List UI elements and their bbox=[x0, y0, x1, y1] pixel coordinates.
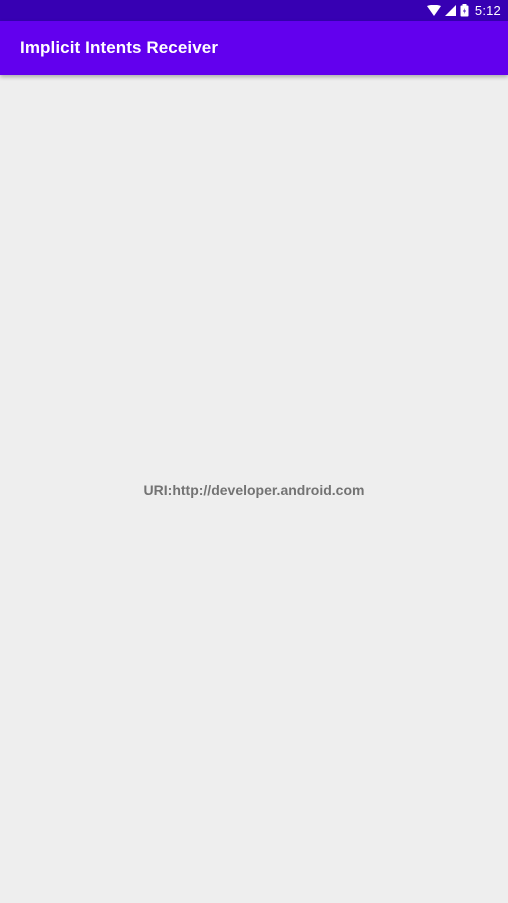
app-bar: Implicit Intents Receiver bbox=[0, 21, 508, 75]
uri-text: URI:http://developer.android.com bbox=[143, 482, 365, 498]
app-title: Implicit Intents Receiver bbox=[20, 38, 219, 57]
cell-signal-icon bbox=[444, 5, 456, 16]
wifi-icon bbox=[426, 5, 441, 16]
status-bar: 5:12 bbox=[0, 0, 508, 21]
battery-icon bbox=[460, 4, 469, 17]
status-time: 5:12 bbox=[474, 3, 501, 18]
main-content: URI:http://developer.android.com bbox=[0, 75, 508, 903]
